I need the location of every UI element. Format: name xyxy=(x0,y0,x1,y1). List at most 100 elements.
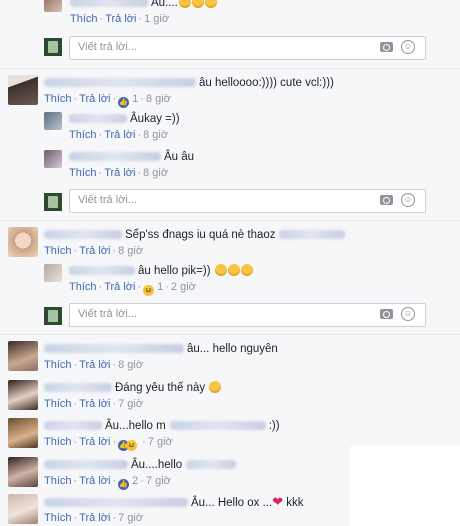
reply-input[interactable]: Viết trả lời... ☺ xyxy=(69,303,426,327)
reply-link[interactable]: Trả lời xyxy=(79,245,110,257)
avatar[interactable] xyxy=(44,264,62,282)
camera-icon[interactable] xyxy=(380,309,393,319)
reply-link[interactable]: Trả lời xyxy=(79,512,110,524)
comment-actions: Thích · Trả lời · 7 giờ xyxy=(44,398,144,410)
reply-link[interactable]: Trả lời xyxy=(104,129,135,141)
blurred-tag xyxy=(169,421,266,431)
blurred-name xyxy=(44,421,102,431)
avatar[interactable] xyxy=(44,112,62,130)
blurred-tag xyxy=(278,230,345,240)
comment-actions: Thích · Trả lời · 😆 1 · 2 giờ xyxy=(69,281,196,296)
like-link[interactable]: Thích xyxy=(70,13,98,25)
timestamp[interactable]: 7 giờ xyxy=(148,436,173,448)
timestamp[interactable]: 7 giờ xyxy=(146,475,171,487)
my-avatar-icon xyxy=(44,193,62,211)
comment-actions: Thích · Trả lời · 8 giờ xyxy=(44,359,144,371)
timestamp[interactable]: 8 giờ xyxy=(143,129,168,141)
smile-emoji-icon xyxy=(191,0,204,8)
avatar[interactable] xyxy=(8,380,38,410)
like-link[interactable]: Thích xyxy=(44,359,72,371)
timestamp[interactable]: 7 giờ xyxy=(118,398,143,410)
reply-link[interactable]: Trả lời xyxy=(79,436,110,448)
comment-text: Âu...hello m:)) xyxy=(44,419,280,433)
like-link[interactable]: Thích xyxy=(44,93,72,105)
reply-link[interactable]: Trả lời xyxy=(104,167,135,179)
blurred-name xyxy=(44,460,128,470)
like-link[interactable]: Thích xyxy=(44,436,72,448)
comment-actions: Thích · Trả lời · 👍😆 · 7 giờ xyxy=(44,436,173,451)
divider xyxy=(0,220,460,221)
avatar[interactable] xyxy=(8,341,38,371)
avatar[interactable] xyxy=(8,418,38,448)
avatar[interactable] xyxy=(8,75,38,105)
haha-reaction-icon[interactable]: 😆 xyxy=(126,440,138,451)
comment-text: âu helloooo:)))) cute vcl:))) xyxy=(44,76,334,90)
sweat-emoji-icon xyxy=(209,381,222,393)
avatar[interactable] xyxy=(8,227,38,257)
timestamp[interactable]: 8 giờ xyxy=(143,167,168,179)
avatar[interactable] xyxy=(44,0,62,12)
my-avatar-icon xyxy=(44,307,62,325)
camera-icon[interactable] xyxy=(380,42,393,52)
like-link[interactable]: Thích xyxy=(44,245,72,257)
timestamp[interactable]: 8 giờ xyxy=(118,245,143,257)
heart-emoji-icon: ❤ xyxy=(272,494,284,509)
blurred-name xyxy=(44,383,112,393)
divider xyxy=(0,68,460,69)
comment-actions: Thích · Trả lời · 8 giờ xyxy=(44,245,144,257)
blank-overlay xyxy=(350,446,460,526)
comment-actions: Thích · Trả lời · 8 giờ xyxy=(69,167,169,179)
comment-actions: Thích · Trả lời · 8 giờ xyxy=(69,129,169,141)
like-reaction-icon[interactable]: 👍 xyxy=(118,97,130,108)
emoji-icon[interactable]: ☺ xyxy=(401,307,415,321)
camera-icon[interactable] xyxy=(380,195,393,205)
like-link[interactable]: Thích xyxy=(69,129,97,141)
like-link[interactable]: Thích xyxy=(69,281,97,293)
comment-text: âu... hello nguyên xyxy=(44,342,278,356)
comment-actions: Thích · Trả lời · 7 giờ xyxy=(44,512,144,524)
like-reaction-icon[interactable]: 👍 xyxy=(118,479,130,490)
comment-text: Âu âu xyxy=(69,150,194,164)
blurred-name xyxy=(70,0,148,8)
avatar[interactable] xyxy=(8,457,38,487)
smile-emoji-icon xyxy=(227,264,240,276)
reply-link[interactable]: Trả lời xyxy=(105,13,136,25)
blurred-name xyxy=(69,152,161,162)
blurred-name xyxy=(69,266,135,276)
comment-actions: Thích · Trả lời · 👍 1 · 8 giờ xyxy=(44,93,171,108)
avatar[interactable] xyxy=(8,494,38,524)
divider xyxy=(0,334,460,335)
like-link[interactable]: Thích xyxy=(44,475,72,487)
reply-input[interactable]: Viết trả lời... ☺ xyxy=(69,36,426,60)
avatar[interactable] xyxy=(44,150,62,168)
smile-emoji-icon xyxy=(214,264,227,276)
comment-text: âu hello pik=)) xyxy=(69,264,253,278)
comment-text: Sếp'ss đnags iu quá nè thaoz xyxy=(44,228,348,242)
timestamp[interactable]: 7 giờ xyxy=(118,512,143,524)
timestamp[interactable]: 8 giờ xyxy=(118,359,143,371)
blurred-name xyxy=(44,230,122,240)
comment-text: Âu... Hello ox ...❤ kkk xyxy=(44,495,304,510)
reply-input[interactable]: Viết trả lời... ☺ xyxy=(69,189,426,213)
like-link[interactable]: Thích xyxy=(44,512,72,524)
reply-link[interactable]: Trả lời xyxy=(79,93,110,105)
timestamp[interactable]: 8 giờ xyxy=(146,93,171,105)
like-link[interactable]: Thích xyxy=(44,398,72,410)
blurred-name xyxy=(44,344,184,354)
timestamp[interactable]: 2 giờ xyxy=(171,281,196,293)
reply-link[interactable]: Trả lời xyxy=(79,359,110,371)
haha-reaction-icon[interactable]: 😆 xyxy=(143,285,155,296)
reply-link[interactable]: Trả lời xyxy=(104,281,135,293)
like-link[interactable]: Thích xyxy=(69,167,97,179)
smile-emoji-icon xyxy=(178,0,191,8)
emoji-icon[interactable]: ☺ xyxy=(401,193,415,207)
comment-text: Âukay =)) xyxy=(69,112,180,126)
blurred-name xyxy=(69,114,127,124)
blurred-name xyxy=(44,498,188,508)
reply-link[interactable]: Trả lời xyxy=(79,398,110,410)
comment-text: Đáng yêu thế này xyxy=(44,381,222,395)
blurred-name xyxy=(44,78,196,88)
reply-link[interactable]: Trả lời xyxy=(79,475,110,487)
emoji-icon[interactable]: ☺ xyxy=(401,40,415,54)
timestamp[interactable]: 1 giờ xyxy=(144,13,169,25)
